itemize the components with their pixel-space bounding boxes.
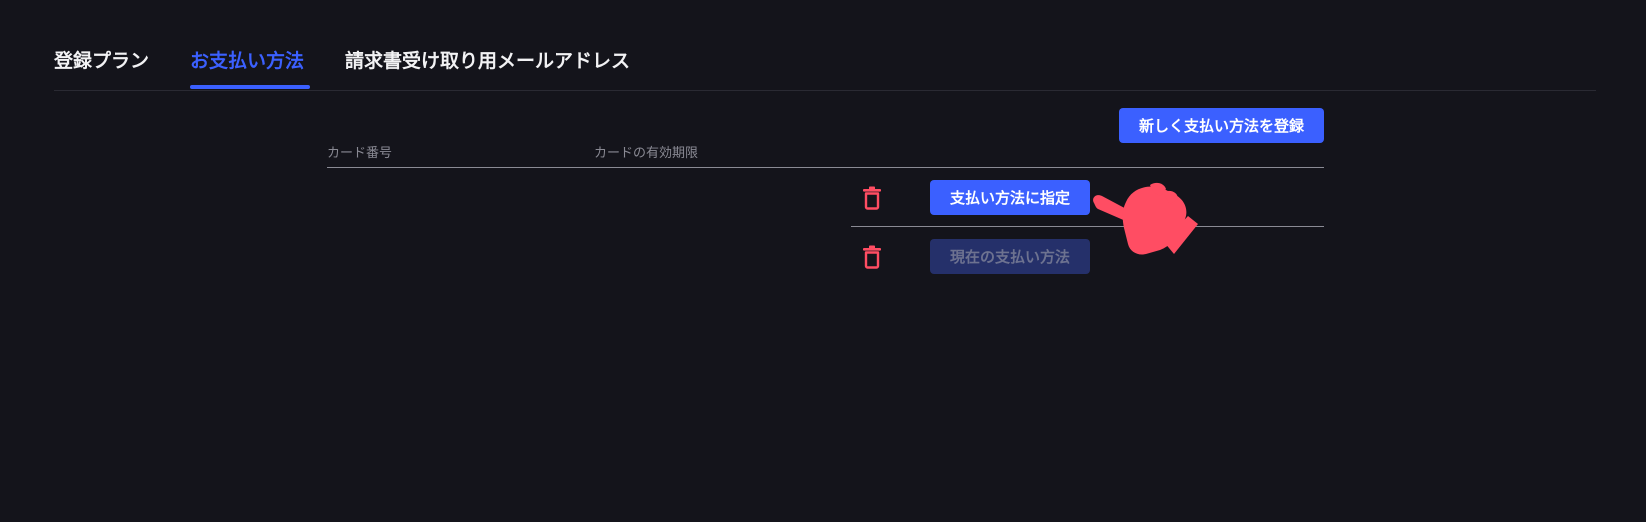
table-header-divider bbox=[327, 167, 1324, 168]
current-payment-method-button: 現在の支払い方法 bbox=[930, 239, 1090, 274]
register-payment-method-button[interactable]: 新しく支払い方法を登録 bbox=[1119, 108, 1324, 143]
trash-icon[interactable] bbox=[861, 186, 883, 210]
row-divider bbox=[851, 226, 1324, 227]
trash-icon[interactable] bbox=[861, 245, 883, 269]
payment-settings-page: 登録プラン お支払い方法 請求書受け取り用メールアドレス 新しく支払い方法を登録… bbox=[0, 0, 1646, 522]
tab-invoice-email[interactable]: 請求書受け取り用メールアドレス bbox=[345, 48, 630, 74]
column-header-card-number: カード番号 bbox=[327, 146, 393, 161]
set-as-payment-method-button[interactable]: 支払い方法に指定 bbox=[930, 180, 1090, 215]
tab-payment-method[interactable]: お支払い方法 bbox=[190, 48, 304, 74]
pointing-hand-icon bbox=[1090, 182, 1220, 277]
tab-registered-plan[interactable]: 登録プラン bbox=[54, 48, 149, 74]
active-tab-indicator bbox=[190, 85, 310, 89]
settings-tabs: 登録プラン お支払い方法 請求書受け取り用メールアドレス bbox=[54, 40, 1596, 91]
column-header-card-expiry: カードの有効期限 bbox=[594, 146, 699, 161]
